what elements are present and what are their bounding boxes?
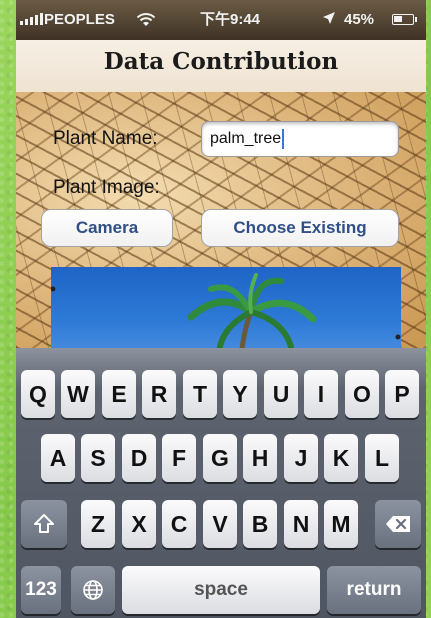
key-m[interactable]: M [324, 500, 358, 548]
signal-bars-icon [20, 11, 43, 25]
battery-fill [394, 16, 402, 22]
key-d[interactable]: D [122, 434, 156, 482]
key-g[interactable]: G [203, 434, 237, 482]
key-a[interactable]: A [41, 434, 75, 482]
key-j[interactable]: J [284, 434, 318, 482]
key-c[interactable]: C [162, 500, 196, 548]
numbers-key[interactable]: 123 [21, 566, 61, 614]
camera-button[interactable]: Camera [41, 209, 173, 247]
globe-key[interactable] [71, 566, 115, 614]
plant-name-input[interactable]: palm_tree [201, 121, 399, 157]
wifi-icon [136, 11, 156, 32]
title-header: Data Contribution [16, 40, 426, 92]
key-l[interactable]: L [365, 434, 399, 482]
globe-icon [83, 580, 103, 600]
key-v[interactable]: V [203, 500, 237, 548]
shift-key[interactable] [21, 500, 67, 548]
key-n[interactable]: N [284, 500, 318, 548]
status-time: 下午9:44 [200, 11, 261, 28]
key-e[interactable]: E [102, 370, 136, 418]
choose-existing-button[interactable]: Choose Existing [201, 209, 399, 247]
key-q[interactable]: Q [21, 370, 55, 418]
page-title: Data Contribution [103, 48, 339, 75]
key-h[interactable]: H [243, 434, 277, 482]
battery-percent: 45% [344, 11, 375, 28]
plant-image-label: Plant Image: [53, 177, 160, 198]
status-bar: PEOPLES 下午9:44 45% [16, 0, 426, 40]
key-b[interactable]: B [243, 500, 277, 548]
key-w[interactable]: W [61, 370, 95, 418]
key-x[interactable]: X [122, 500, 156, 548]
key-t[interactable]: T [183, 370, 217, 418]
key-o[interactable]: O [345, 370, 379, 418]
key-k[interactable]: K [324, 434, 358, 482]
key-r[interactable]: R [142, 370, 176, 418]
form-area: Plant Name: palm_tree Plant Image: Camer… [16, 92, 426, 357]
carrier-name: PEOPLES [44, 11, 115, 28]
on-screen-keyboard: Q W E R T Y U I O P A S D F G H J K L Z … [16, 348, 426, 618]
plant-name-value: palm_tree [210, 130, 282, 147]
key-s[interactable]: S [81, 434, 115, 482]
text-caret [282, 129, 285, 149]
phone-screen: PEOPLES 下午9:44 45% Data Contribution Pla… [16, 0, 426, 618]
key-p[interactable]: P [385, 370, 419, 418]
key-z[interactable]: Z [81, 500, 115, 548]
return-key[interactable]: return [327, 566, 421, 614]
backspace-key[interactable] [375, 500, 421, 548]
plant-image-preview [51, 267, 401, 357]
battery-icon [392, 14, 417, 25]
shift-icon [34, 514, 54, 533]
key-u[interactable]: U [264, 370, 298, 418]
key-f[interactable]: F [162, 434, 196, 482]
space-key[interactable]: space [122, 566, 320, 614]
key-i[interactable]: I [304, 370, 338, 418]
key-y[interactable]: Y [223, 370, 257, 418]
backspace-icon [386, 516, 410, 532]
location-arrow-icon [322, 11, 336, 30]
palm-tree-image [51, 273, 401, 357]
plant-name-label: Plant Name: [53, 128, 158, 149]
